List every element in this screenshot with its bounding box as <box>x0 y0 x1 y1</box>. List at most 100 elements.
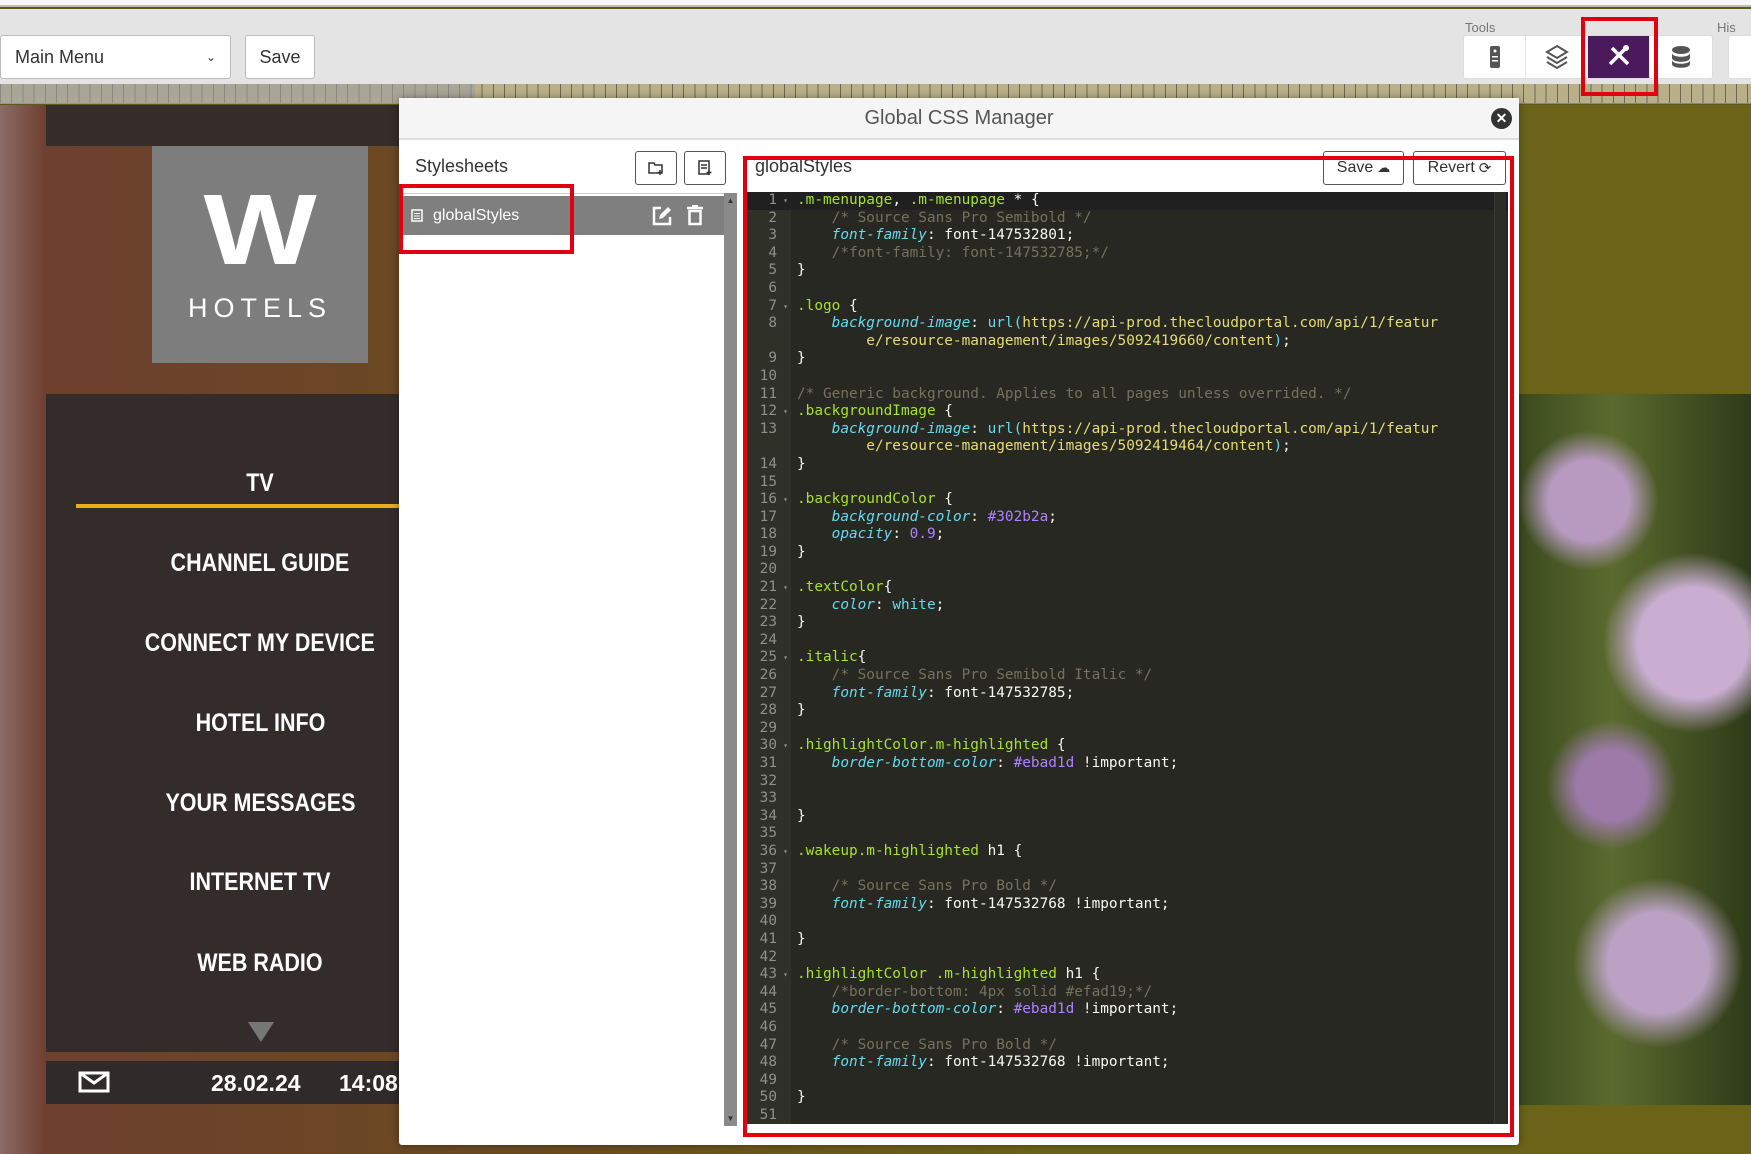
code-line[interactable]: 18 opacity: 0.9; <box>746 526 1508 544</box>
code-line[interactable]: 7 ▾ .logo { <box>746 298 1508 316</box>
code-line[interactable]: 17 background-color: #302b2a; <box>746 509 1508 527</box>
code-line[interactable]: 15 <box>746 474 1508 492</box>
code-line[interactable]: 45 border-bottom-color: #ebad1d !importa… <box>746 1001 1508 1019</box>
code-token-cmt: /* Generic background. Applies to all pa… <box>797 385 1352 402</box>
code-line[interactable]: 19} <box>746 544 1508 562</box>
code-text: .wakeup.m-highlighted h1 { <box>797 843 1447 861</box>
code-line[interactable]: 2 /* Source Sans Pro Semibold */ <box>746 210 1508 228</box>
fold-arrow-icon[interactable]: ▾ <box>783 298 788 316</box>
code-line[interactable]: 32 <box>746 773 1508 791</box>
code-line[interactable]: 39 font-family: font-147532768 !importan… <box>746 896 1508 914</box>
code-token-p: * { <box>1004 192 1040 208</box>
code-line[interactable]: 46 <box>746 1019 1508 1037</box>
code-line[interactable]: 3 font-family: font-147532801; <box>746 227 1508 245</box>
layers-tool-button[interactable] <box>1526 36 1588 78</box>
fold-arrow-icon[interactable]: ▾ <box>783 403 788 421</box>
code-line[interactable]: 23} <box>746 614 1508 632</box>
line-number: 18 <box>759 526 777 543</box>
code-line[interactable]: 47 /* Source Sans Pro Bold */ <box>746 1037 1508 1055</box>
code-line[interactable]: 6 <box>746 280 1508 298</box>
editor-scrollbar[interactable] <box>1494 192 1506 1124</box>
code-token-p: : <box>892 526 910 543</box>
code-line[interactable]: 13 background-image: url(https://api-pro… <box>746 421 1508 456</box>
line-number: 31 <box>759 755 777 771</box>
code-token-prop: background-image <box>831 420 971 437</box>
line-number: 47 <box>759 1036 777 1053</box>
code-line[interactable]: 4 /*font-family: font-147532785;*/ <box>746 245 1508 263</box>
page-select[interactable]: Main Menu ⌄ <box>0 35 231 79</box>
code-text: .highlightColor.m-highlighted { <box>797 737 1447 755</box>
stylesheet-list-scrollbar[interactable]: ▲ ▼ <box>724 193 737 1126</box>
code-line[interactable]: 20 <box>746 561 1508 579</box>
code-token-p <box>797 685 832 701</box>
code-line[interactable]: 41} <box>746 931 1508 949</box>
code-line[interactable]: 10 <box>746 368 1508 386</box>
code-text: .backgroundImage { <box>797 403 1447 421</box>
revert-button[interactable]: Revert ⟳ <box>1413 151 1506 185</box>
delete-icon[interactable] <box>687 205 703 226</box>
database-tool-button[interactable] <box>1650 36 1712 78</box>
code-line[interactable]: 42 <box>746 949 1508 967</box>
code-line[interactable]: 31 border-bottom-color: #ebad1d !importa… <box>746 755 1508 773</box>
code-line[interactable]: 48 font-family: font-147532768 !importan… <box>746 1054 1508 1072</box>
code-line[interactable]: 16 ▾ .backgroundColor { <box>746 491 1508 509</box>
css-code-editor[interactable]: 1 ▾ .m-menupage, .m-menupage * {2 /* Sourc… <box>746 192 1508 1124</box>
code-line[interactable]: 28} <box>746 702 1508 720</box>
code-line[interactable]: 11 /* Generic background. Applies to all … <box>746 386 1508 404</box>
code-line[interactable]: 27 font-family: font-147532785; <box>746 685 1508 703</box>
fold-arrow-icon[interactable]: ▾ <box>783 192 788 210</box>
code-line[interactable]: 22 color: white; <box>746 597 1508 615</box>
code-line[interactable]: 33 <box>746 790 1508 808</box>
fold-arrow-icon[interactable]: ▾ <box>783 843 788 861</box>
fold-arrow-icon[interactable]: ▾ <box>783 579 788 597</box>
code-line[interactable]: 40 <box>746 913 1508 931</box>
code-line[interactable]: 34} <box>746 808 1508 826</box>
fold-arrow-icon[interactable]: ▾ <box>783 737 788 755</box>
code-line[interactable]: 12 ▾ .backgroundImage { <box>746 403 1508 421</box>
code-line[interactable]: 36 ▾ .wakeup.m-highlighted h1 { <box>746 843 1508 861</box>
code-line[interactable]: 30 ▾ .highlightColor.m-highlighted { <box>746 737 1508 755</box>
code-line[interactable]: 37 <box>746 861 1508 879</box>
code-line[interactable]: 25 ▾ .italic{ <box>746 649 1508 667</box>
fold-arrow-icon[interactable]: ▾ <box>783 491 788 509</box>
code-line[interactable]: 44 /*border-bottom: 4px solid #efad19;*/ <box>746 984 1508 1002</box>
line-number: 43 ▾ <box>759 966 788 984</box>
code-line[interactable]: 29 <box>746 720 1508 738</box>
code-text: /* Source Sans Pro Bold */ <box>797 878 1447 896</box>
history-button[interactable] <box>1728 35 1751 79</box>
stylesheet-item-globalstyles[interactable]: globalStyles <box>400 196 724 235</box>
fold-arrow-icon[interactable]: ▾ <box>783 966 788 984</box>
save-css-button[interactable]: Save ☁ <box>1323 151 1404 185</box>
add-stylesheet-button[interactable] <box>684 151 726 185</box>
css-tools-button[interactable] <box>1588 36 1650 78</box>
code-line[interactable]: 50} <box>746 1089 1508 1107</box>
code-line[interactable]: 51 <box>746 1107 1508 1124</box>
code-line[interactable]: 24 <box>746 632 1508 650</box>
code-line[interactable]: 21 ▾ .textColor{ <box>746 579 1508 597</box>
line-number: 40 <box>759 913 777 930</box>
code-line[interactable]: 1 ▾ .m-menupage, .m-menupage * { <box>746 192 1508 210</box>
code-line[interactable]: 26 /* Source Sans Pro Semibold Italic */ <box>746 667 1508 685</box>
line-number: 21 ▾ <box>759 579 788 597</box>
code-line[interactable]: 35 <box>746 825 1508 843</box>
code-text: font-family: font-147532768 !important; <box>797 1054 1447 1072</box>
code-line[interactable]: 5} <box>746 262 1508 280</box>
code-token-p: : <box>996 755 1014 771</box>
mobile-remote-tool-button[interactable] <box>1464 36 1526 78</box>
code-line[interactable]: 49 <box>746 1072 1508 1090</box>
global-css-manager-dialog: Global CSS Manager ✕ Stylesheets globalS… <box>399 98 1519 1145</box>
code-text: .backgroundColor { <box>797 491 1447 509</box>
add-folder-button[interactable] <box>635 151 677 185</box>
fold-arrow-icon[interactable]: ▾ <box>783 649 788 667</box>
code-line[interactable]: 43 ▾ .highlightColor .m-highlighted h1 { <box>746 966 1508 984</box>
code-line[interactable]: 38 /* Source Sans Pro Bold */ <box>746 878 1508 896</box>
code-line[interactable]: 14} <box>746 456 1508 474</box>
edit-icon[interactable] <box>652 206 672 226</box>
page-save-button[interactable]: Save <box>245 35 315 79</box>
close-icon[interactable]: ✕ <box>1491 108 1512 129</box>
code-line[interactable]: 9} <box>746 350 1508 368</box>
code-line[interactable]: 8 background-image: url(https://api-prod… <box>746 315 1508 350</box>
